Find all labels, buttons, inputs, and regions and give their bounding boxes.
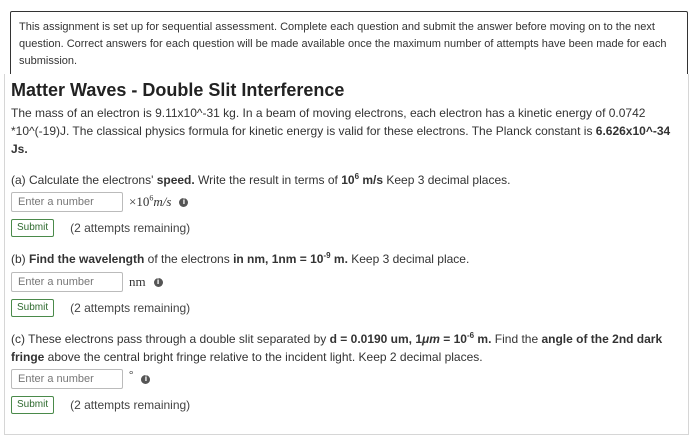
part-a-bold-unit: m/s: [359, 173, 384, 187]
part-b-bold-unit: m.: [330, 252, 348, 266]
part-c-submit-button[interactable]: Submit: [11, 396, 55, 414]
part-c-number-input[interactable]: [11, 369, 123, 389]
part-b-submit-button[interactable]: Submit: [11, 299, 55, 317]
part-b-unit: nm: [129, 274, 146, 289]
intro-mass: The mass of an electron is 9.11x10^-31 k…: [11, 106, 236, 120]
part-b-bold-wavelength: Find the wavelength: [29, 252, 145, 266]
part-a-text-mid: Write the result in terms of: [194, 173, 342, 187]
part-a-submit-row: Submit (2 attempts remaining): [11, 218, 190, 238]
part-a-question: (a) Calculate the electrons' speed. Writ…: [11, 171, 676, 189]
problem-intro: The mass of an electron is 9.11x10^-31 k…: [11, 104, 676, 158]
part-b-text-mid: of the electrons: [144, 252, 234, 266]
part-c-text-post: above the central bright fringe relative…: [44, 350, 483, 364]
part-b-input-row: nm i: [11, 271, 163, 293]
info-icon[interactable]: i: [179, 197, 189, 207]
part-b-text: (b): [11, 252, 29, 266]
info-icon[interactable]: i: [153, 277, 163, 287]
part-b-question: (b) Find the wavelength of the electrons…: [11, 250, 676, 268]
sequential-assessment-notice: This assignment is set up for sequential…: [10, 11, 688, 77]
notice-text: This assignment is set up for sequential…: [19, 21, 667, 67]
part-b-text-post: Keep 3 decimal place.: [347, 252, 470, 266]
part-c-bold-ten: = 10: [439, 332, 467, 346]
part-c-input-row: ° i: [11, 368, 151, 390]
problem-title: Matter Waves - Double Slit Interference: [11, 80, 345, 100]
part-a-bold-ten: 10: [341, 173, 355, 187]
problem-card: Matter Waves - Double Slit Interference …: [4, 74, 689, 435]
part-c-question: (c) These electrons pass through a doubl…: [11, 330, 676, 366]
part-a-unit-base: ×10: [129, 194, 150, 209]
part-c-unit-degree: °: [129, 369, 134, 381]
part-b-number-input[interactable]: [11, 272, 123, 292]
part-a-unit: ×106m/s: [129, 194, 171, 210]
part-a-attempts-remaining: (2 attempts remaining): [70, 221, 191, 235]
part-c-attempts-remaining: (2 attempts remaining): [70, 398, 191, 412]
part-a-submit-button[interactable]: Submit: [11, 219, 55, 237]
part-b-bold-nm: in nm, 1nm = 10: [233, 252, 324, 266]
part-a-input-row: ×106m/s i: [11, 191, 189, 213]
part-c-submit-row: Submit (2 attempts remaining): [11, 395, 190, 415]
part-a-unit-ms: m/s: [153, 194, 172, 209]
part-a-text-post: Keep 3 decimal places.: [383, 173, 511, 187]
part-c-bold-d: d = 0.0190 um, 1: [329, 332, 423, 346]
part-b-exponent: -9: [323, 251, 331, 260]
page: This assignment is set up for sequential…: [2, 0, 689, 442]
part-c-text-mid: Find the: [491, 332, 542, 346]
part-c-bold-unit: m.: [474, 332, 492, 346]
part-c-text: (c) These electrons pass through a doubl…: [11, 332, 330, 346]
info-icon[interactable]: i: [141, 374, 151, 384]
part-a-text: (a) Calculate the electrons': [11, 173, 157, 187]
part-a-number-input[interactable]: [11, 192, 123, 212]
part-c-bold-mu: μm: [422, 332, 440, 346]
part-b-submit-row: Submit (2 attempts remaining): [11, 298, 190, 318]
part-a-bold-speed: speed.: [156, 173, 195, 187]
part-b-attempts-remaining: (2 attempts remaining): [70, 301, 191, 315]
